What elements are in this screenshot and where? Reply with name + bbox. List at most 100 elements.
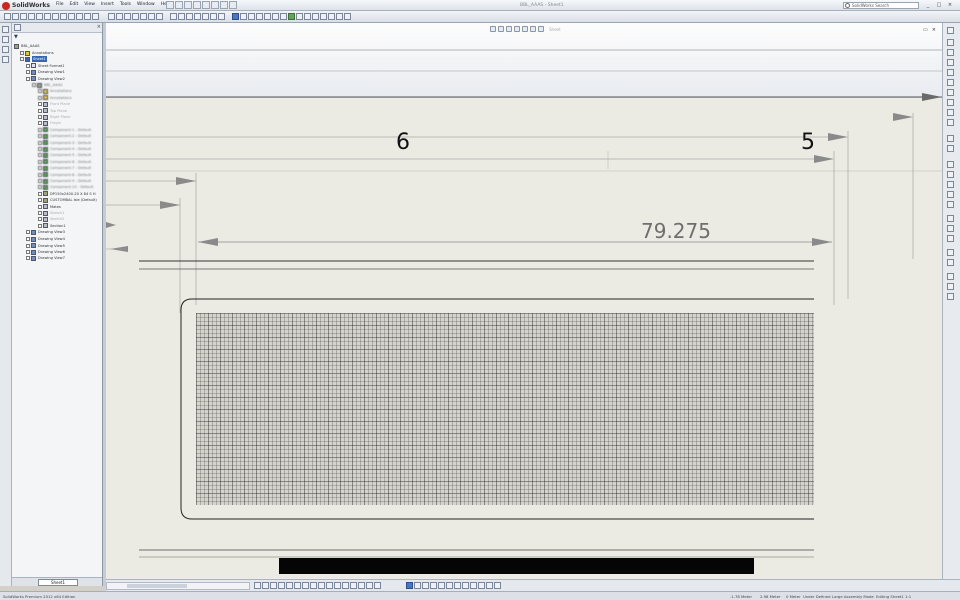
parallelogram-tool-icon[interactable] [947,59,954,66]
expand-icon[interactable] [38,211,42,215]
feature-manager-tab-icon[interactable] [2,26,9,33]
redraw-icon[interactable] [156,13,163,20]
maximize-button[interactable]: □ [935,2,943,9]
dimension-label-6[interactable]: 6 [396,130,410,155]
copy-icon[interactable] [60,13,67,20]
tree-root[interactable]: BBL_AAAS [14,43,40,49]
property-manager-tab-icon[interactable] [2,36,9,43]
open-icon[interactable] [175,1,183,9]
spline-icon[interactable] [202,13,209,20]
revision-symbol-icon[interactable] [374,582,381,589]
minimize-button[interactable]: _ [924,2,932,9]
expand-icon[interactable] [38,223,42,228]
layer-icon[interactable] [304,13,311,20]
balloon-icon[interactable] [270,582,277,589]
expand-icon[interactable] [38,179,42,183]
convert-entities-icon[interactable] [947,191,954,198]
quick-snaps-icon[interactable] [947,283,954,290]
alternate-position-icon[interactable] [288,13,295,20]
zoom-area-icon[interactable] [116,13,123,20]
expand-icon[interactable] [38,204,42,209]
mirror-entities-icon[interactable] [947,215,954,222]
expand-icon[interactable] [38,172,42,177]
save-icon[interactable] [184,1,192,9]
expand-icon[interactable] [26,63,30,68]
expand-icon[interactable] [38,185,42,190]
rectangle-icon[interactable] [194,13,201,20]
tree-node[interactable]: Drawing View7 [26,255,65,261]
expand-icon[interactable] [38,134,42,139]
zoom-out-icon[interactable] [132,13,139,20]
tree-node[interactable]: BBL_AAAS [32,82,63,88]
color-icon[interactable] [462,582,469,589]
menu-view[interactable]: View [82,2,97,7]
underline-icon[interactable] [430,582,437,589]
expand-icon[interactable] [26,256,30,261]
undo-icon[interactable] [36,13,43,20]
point-tool-icon[interactable] [947,135,954,142]
expand-icon[interactable] [38,95,42,100]
sheet-tab[interactable]: Sheet1 [38,579,78,586]
linear-pattern-icon[interactable] [947,225,954,232]
expand-icon[interactable] [26,230,30,235]
menu-insert[interactable]: Insert [99,2,116,7]
expand-icon[interactable] [38,127,42,132]
smart-dimension-icon[interactable] [254,582,261,589]
circle-tool-icon[interactable] [947,79,954,86]
tree-node[interactable]: Drawing View4 [26,236,65,242]
dim-xpert-tab-icon[interactable] [2,56,9,63]
menu-tools[interactable]: Tools [118,2,133,7]
tree-node[interactable]: Component-5 - Default [38,152,91,158]
surface-finish-icon[interactable] [278,582,285,589]
geometric-tolerance-icon[interactable] [294,582,301,589]
tree-node[interactable]: Component-4 - Default [38,146,91,152]
horizontal-scrollbar[interactable] [106,582,250,590]
solidworks-logo[interactable]: SolidWorks [2,1,50,10]
options-icon[interactable] [229,1,237,9]
tree-node[interactable]: Annotations [38,88,72,94]
text-format-icon[interactable] [406,582,413,589]
tree-node[interactable]: Component-9 - Default [38,178,91,184]
paste-icon[interactable] [68,13,75,20]
tree-node[interactable]: Drawing View6 [26,249,65,255]
delete-icon[interactable] [76,13,83,20]
tree-node[interactable]: Component-2 - Default [38,133,91,139]
menu-edit[interactable]: Edit [68,2,81,7]
properties-icon[interactable] [84,13,91,20]
table-icon[interactable] [366,582,373,589]
add-relation-icon[interactable] [947,259,954,266]
snap-icon[interactable] [478,582,485,589]
filter-icon[interactable]: ▼ [14,34,18,40]
expand-icon[interactable] [20,51,24,55]
tree-node[interactable]: Drawing View2 [26,76,65,82]
tree-node[interactable]: Annotations [20,50,54,56]
rotate-icon[interactable] [148,13,155,20]
crop-view-icon[interactable] [272,13,279,20]
line-tool-icon[interactable] [947,39,954,46]
tree-node[interactable]: Section1 [38,223,66,229]
auxiliary-view-icon[interactable] [280,13,287,20]
area-hatch-icon[interactable] [334,582,341,589]
line-icon[interactable] [170,13,177,20]
open-icon[interactable] [12,13,19,20]
expand-icon[interactable] [26,250,30,254]
expand-icon[interactable] [38,159,42,164]
block-icon[interactable] [342,582,349,589]
menu-file[interactable]: File [54,2,66,7]
standard-3-view-icon[interactable] [296,13,303,20]
expand-icon[interactable] [38,140,42,145]
trim-icon[interactable] [218,13,225,20]
expand-icon[interactable] [38,191,42,196]
ellipse-tool-icon[interactable] [947,109,954,116]
centerline-tool-icon[interactable] [947,145,954,152]
pan-icon[interactable] [140,13,147,20]
zoom-in-icon[interactable] [124,13,131,20]
expand-icon[interactable] [38,102,42,107]
sheet-properties-icon[interactable] [494,582,501,589]
trim-entities-icon[interactable] [947,201,954,208]
feature-tree-icon[interactable] [14,24,21,31]
tree-node[interactable]: Component-3 - Default [38,140,91,146]
expand-icon[interactable] [26,76,30,81]
repair-sketch-icon[interactable] [947,273,954,280]
tree-node[interactable]: Front Plane [38,101,70,107]
